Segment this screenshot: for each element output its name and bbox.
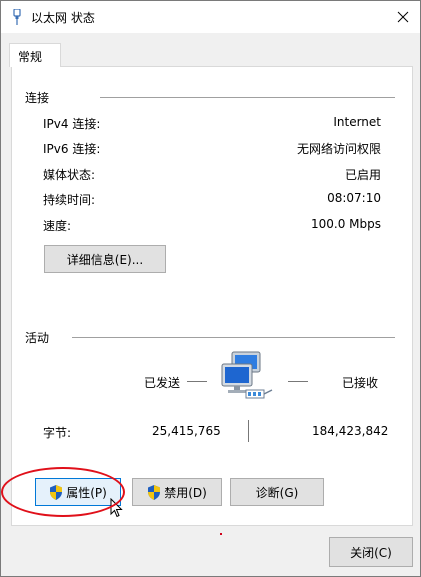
bytes-divider bbox=[248, 420, 249, 442]
activity-section-title: 活动 bbox=[25, 331, 50, 345]
bytes-received-value: 184,423,842 bbox=[312, 424, 389, 438]
highlight-annotation bbox=[1, 467, 125, 517]
red-dot bbox=[220, 533, 222, 535]
duration-label: 持续时间: bbox=[43, 193, 96, 207]
media-state-value: 已启用 bbox=[344, 168, 381, 182]
close-button-label: 关闭(C) bbox=[350, 545, 392, 560]
connection-divider bbox=[100, 97, 395, 98]
window: 以太网 状态 常规 连接 IPv4 连接: Internet IPv6 连接: … bbox=[0, 0, 421, 577]
shield-icon bbox=[148, 484, 161, 500]
sent-label: 已发送 bbox=[144, 376, 181, 390]
diagnose-button[interactable]: 诊断(G) bbox=[230, 478, 324, 506]
tab-general[interactable]: 常规 bbox=[9, 43, 61, 67]
received-label: 已接收 bbox=[342, 376, 379, 390]
ipv6-value: 无网络访问权限 bbox=[296, 142, 381, 156]
sent-dash bbox=[187, 381, 207, 382]
disable-button-label: 禁用(D) bbox=[164, 485, 207, 500]
disable-button[interactable]: 禁用(D) bbox=[132, 478, 222, 506]
media-state-label: 媒体状态: bbox=[43, 168, 96, 182]
diagnose-button-label: 诊断(G) bbox=[255, 485, 299, 500]
ipv6-label: IPv6 连接: bbox=[43, 142, 101, 156]
network-computers-icon bbox=[221, 351, 273, 399]
title-bar[interactable]: 以太网 状态 bbox=[1, 1, 420, 33]
connection-section-title: 连接 bbox=[25, 91, 50, 105]
speed-label: 速度: bbox=[43, 219, 72, 233]
bytes-sent-value: 25,415,765 bbox=[152, 424, 221, 438]
tab-general-label: 常规 bbox=[18, 50, 43, 64]
duration-value: 08:07:10 bbox=[327, 191, 381, 205]
window-title: 以太网 状态 bbox=[31, 11, 95, 25]
details-button-label: 详细信息(E)... bbox=[66, 252, 144, 267]
ipv4-value: Internet bbox=[333, 115, 381, 129]
close-button[interactable]: 关闭(C) bbox=[329, 537, 413, 567]
speed-value: 100.0 Mbps bbox=[310, 217, 381, 231]
activity-divider bbox=[72, 337, 395, 338]
general-panel: 连接 IPv4 连接: Internet IPv6 连接: 无网络访问权限 媒体… bbox=[11, 66, 413, 535]
received-dash bbox=[288, 381, 308, 382]
close-icon bbox=[397, 11, 409, 23]
ipv4-label: IPv4 连接: bbox=[43, 117, 101, 131]
ethernet-icon bbox=[13, 9, 21, 25]
close-window-button[interactable] bbox=[386, 1, 420, 33]
bytes-label: 字节: bbox=[43, 426, 72, 440]
details-button[interactable]: 详细信息(E)... bbox=[44, 245, 166, 273]
